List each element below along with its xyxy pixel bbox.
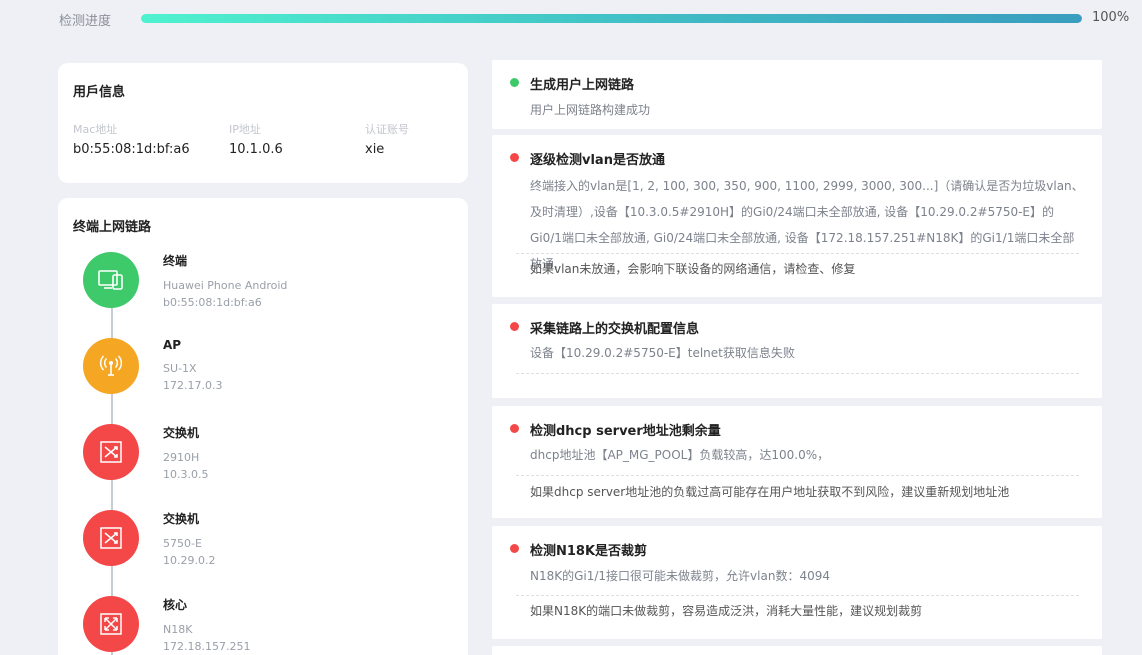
node-model: 2910H [163, 451, 200, 464]
result-description: 用户上网链路构建成功 [530, 103, 651, 117]
node-address: 10.3.0.5 [163, 468, 209, 481]
divider [516, 373, 1079, 374]
result-advice: 如果vlan未放通，会影响下联设备的网络通信，请检查、修复 [530, 262, 856, 276]
result-card: 检测N18K是否裁剪 N18K的Gi1/1接口很可能未做裁剪，允许vlan数：4… [492, 526, 1102, 639]
result-title: 检测dhcp server地址池剩余量 [530, 424, 721, 439]
result-title: 生成用户上网链路 [530, 78, 635, 93]
account-field: 认证账号 xie [365, 121, 409, 157]
node-name: 终端 [163, 254, 188, 268]
result-advice: 如果dhcp server地址池的负载过高可能存在用户地址获取不到风险，建议重新… [530, 485, 1010, 499]
chain-title: 终端上网链路 [73, 220, 152, 235]
account-label: 认证账号 [365, 123, 409, 136]
mac-label: Mac地址 [73, 123, 118, 136]
result-card: 逐级检测vlan是否放通 终端接入的vlan是[1, 2, 100, 300, … [492, 135, 1102, 297]
result-advice: 如果N18K的端口未做裁剪，容易造成泛洪，消耗大量性能，建议规划裁剪 [530, 604, 923, 618]
node-address: 10.29.0.2 [163, 554, 216, 567]
result-description: N18K的Gi1/1接口很可能未做裁剪，允许vlan数：4094 [530, 569, 830, 583]
chain-node-switch-2[interactable]: 交换机 5750-E 10.29.0.2 [83, 510, 443, 570]
chain-node-terminal[interactable]: 终端 Huawei Phone Android b0:55:08:1d:bf:a… [83, 252, 443, 312]
ap-icon [83, 338, 139, 394]
switch-icon [83, 424, 139, 480]
divider [516, 253, 1079, 254]
progress-row: 检测进度 100% [0, 0, 1142, 36]
node-name: 交换机 [163, 426, 200, 440]
result-description: dhcp地址池【AP_MG_POOL】负载较高，达100.0%， [530, 448, 830, 462]
progress-bar [141, 14, 1082, 23]
status-dot [510, 153, 519, 162]
node-model: SU-1X [163, 362, 197, 375]
chain-node-core[interactable]: 核心 N18K 172.18.157.251 [83, 596, 443, 655]
mac-value: b0:55:08:1d:bf:a6 [73, 142, 190, 157]
node-name: 核心 [163, 598, 188, 612]
result-title: 逐级检测vlan是否放通 [530, 153, 665, 168]
ip-label: IP地址 [229, 123, 261, 136]
progress-percent: 100% [1092, 10, 1130, 25]
node-model: 5750-E [163, 537, 202, 550]
result-description: 设备【10.29.0.2#5750-E】telnet获取信息失败 [530, 346, 795, 360]
chain-card: 终端上网链路 终端 Huawei Phone Android b0:55:08:… [58, 198, 468, 655]
node-name: AP [163, 338, 182, 352]
progress-fill [141, 14, 1082, 23]
result-card: 采集链路上的交换机配置信息 设备【10.29.0.2#5750-E】telnet… [492, 304, 1102, 398]
account-value: xie [365, 142, 385, 157]
chain-node-ap[interactable]: AP SU-1X 172.17.0.3 [83, 338, 443, 398]
node-name: 交换机 [163, 512, 200, 526]
node-address: 172.18.157.251 [163, 640, 251, 653]
mac-field: Mac地址 b0:55:08:1d:bf:a6 [73, 121, 190, 157]
divider [516, 475, 1079, 476]
ip-field: IP地址 10.1.0.6 [229, 121, 283, 157]
result-card: 检测dhcp server地址池剩余量 dhcp地址池【AP_MG_POOL】负… [492, 406, 1102, 518]
user-info-title: 用戶信息 [73, 85, 126, 100]
result-title: 检测N18K是否裁剪 [530, 544, 648, 559]
progress-label: 检测进度 [59, 14, 112, 29]
result-card: 生成用户上网链路 用户上网链路构建成功 [492, 60, 1102, 129]
node-model: N18K [163, 623, 193, 636]
user-info-card: 用戶信息 Mac地址 b0:55:08:1d:bf:a6 IP地址 10.1.0… [58, 63, 468, 183]
divider [516, 595, 1079, 596]
terminal-icon [83, 252, 139, 308]
status-dot [510, 322, 519, 331]
node-address: 172.17.0.3 [163, 379, 223, 392]
result-card [492, 646, 1102, 655]
node-address: b0:55:08:1d:bf:a6 [163, 296, 262, 309]
chain-node-switch-1[interactable]: 交换机 2910H 10.3.0.5 [83, 424, 443, 484]
status-dot [510, 544, 519, 553]
core-icon [83, 596, 139, 652]
status-dot [510, 424, 519, 433]
status-dot [510, 78, 519, 87]
node-model: Huawei Phone Android [163, 279, 288, 292]
ip-value: 10.1.0.6 [229, 142, 283, 157]
result-title: 采集链路上的交换机配置信息 [530, 322, 700, 337]
switch-icon [83, 510, 139, 566]
